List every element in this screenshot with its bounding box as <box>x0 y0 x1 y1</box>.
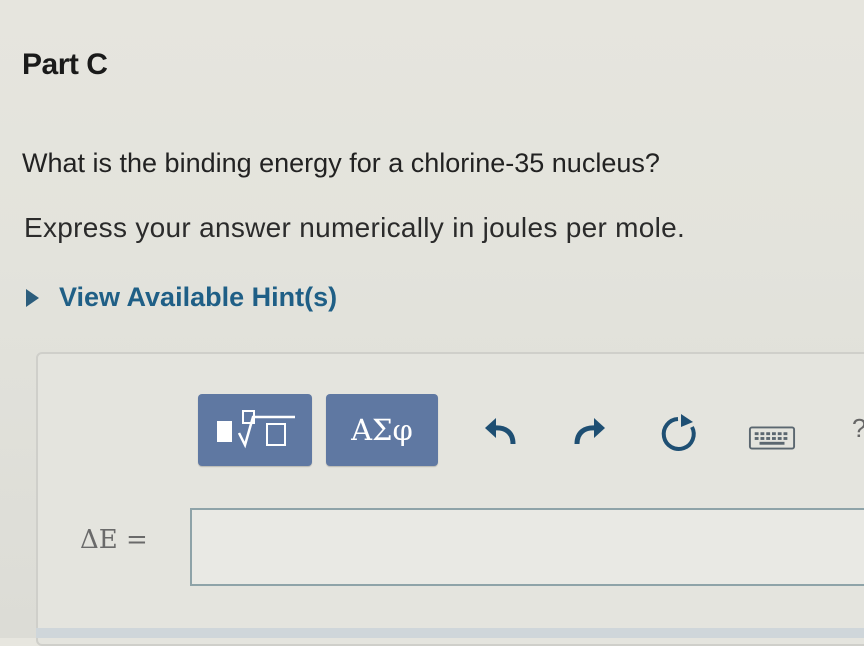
templates-radical-icon <box>217 410 295 449</box>
delta-e-label: ΔE = <box>80 525 148 555</box>
answer-input[interactable] <box>190 508 864 586</box>
instruction-text: Express your answer numerically in joule… <box>24 212 686 243</box>
answer-panel <box>36 352 864 646</box>
undo-button[interactable] <box>476 408 524 456</box>
part-title: Part C <box>22 48 108 81</box>
page: Part C What is the binding energy for a … <box>0 0 864 646</box>
symbols-button[interactable]: ΑΣφ <box>326 394 438 466</box>
question-text: What is the binding energy for a chlorin… <box>22 148 660 178</box>
view-hints-label: View Available Hint(s) <box>59 282 338 312</box>
redo-icon <box>574 418 605 445</box>
keyboard-icon <box>748 426 796 450</box>
reset-button[interactable] <box>654 410 702 458</box>
keyboard-button[interactable] <box>748 414 796 462</box>
triangle-right-icon <box>26 288 39 307</box>
help-button[interactable]: ? <box>852 413 864 444</box>
templates-button[interactable] <box>198 394 312 466</box>
undo-icon <box>485 418 516 445</box>
view-hints-link[interactable]: View Available Hint(s) <box>26 282 337 313</box>
redo-button[interactable] <box>566 408 614 456</box>
reset-icon <box>661 414 696 451</box>
bottom-divider <box>36 628 864 638</box>
